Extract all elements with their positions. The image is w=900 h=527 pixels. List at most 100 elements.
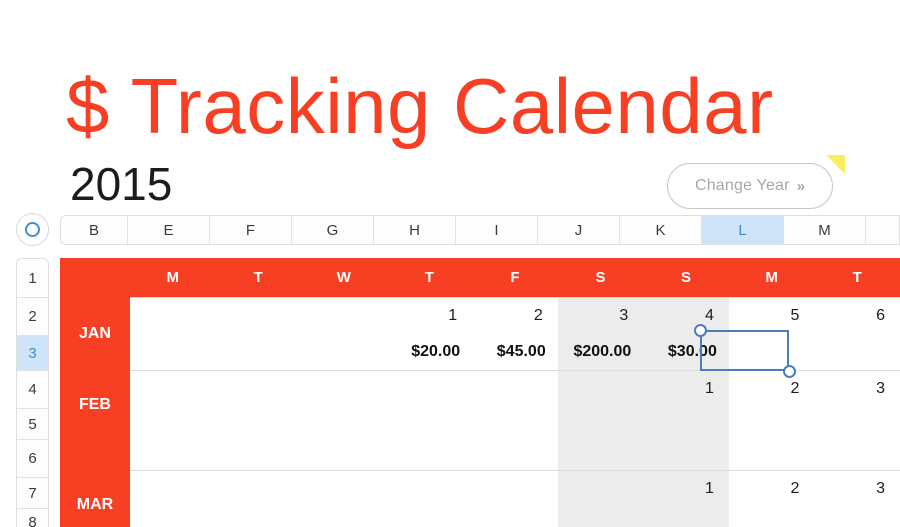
month-label-feb: FEB: [60, 370, 130, 439]
amount-cell-feb-4[interactable]: [472, 408, 558, 439]
select-all-circle-icon: [25, 222, 40, 237]
amount-cell-mar-7[interactable]: [729, 508, 815, 527]
day-cell-jan-1[interactable]: [215, 296, 302, 335]
amount-cell-mar-4[interactable]: [472, 508, 558, 527]
row-header-strip[interactable]: 12345678: [16, 258, 49, 527]
day-cell-mar-3[interactable]: [386, 469, 473, 508]
row-header-3[interactable]: 3: [17, 336, 48, 371]
amount-cell-jan-3[interactable]: $20.00: [387, 335, 473, 370]
change-year-button[interactable]: Change Year »: [667, 163, 833, 209]
filler-cell-feb-3[interactable]: [387, 439, 473, 470]
filler-cell-feb-5[interactable]: [557, 439, 644, 470]
filler-cell-feb-0[interactable]: [130, 439, 216, 470]
month-row-mar[interactable]: MAR 1 2 3: [60, 469, 900, 527]
amount-cell-jan-6[interactable]: $30.00: [643, 335, 729, 370]
amount-cell-mar-2[interactable]: [301, 508, 387, 527]
change-year-label: Change Year: [694, 177, 790, 194]
column-header-b[interactable]: B: [61, 216, 128, 244]
day-cell-mar-2[interactable]: [301, 469, 387, 508]
select-all-button[interactable]: [16, 213, 49, 246]
day-cell-mar-4[interactable]: [472, 469, 558, 508]
day-cell-mar-0[interactable]: [129, 469, 216, 508]
day-header-2: W: [301, 258, 387, 297]
column-header-j[interactable]: J: [538, 216, 620, 244]
column-header-k[interactable]: K: [620, 216, 702, 244]
day-cell-feb-8[interactable]: 3: [814, 369, 900, 408]
filler-cell-feb-1[interactable]: [215, 439, 301, 470]
column-header-i[interactable]: I: [456, 216, 538, 244]
day-cell-feb-0[interactable]: [129, 369, 216, 408]
day-cell-jan-7[interactable]: 5: [728, 296, 815, 335]
amount-cell-jan-4[interactable]: $45.00: [472, 335, 558, 370]
amount-cell-feb-0[interactable]: [130, 408, 216, 439]
amount-cell-feb-5[interactable]: [557, 408, 644, 439]
column-header-f[interactable]: F: [210, 216, 292, 244]
filler-cell-feb-2[interactable]: [301, 439, 387, 470]
day-cell-feb-3[interactable]: [386, 369, 473, 408]
row-header-7[interactable]: 7: [17, 478, 48, 509]
day-cell-jan-8[interactable]: 6: [814, 296, 900, 335]
amount-cell-feb-2[interactable]: [301, 408, 387, 439]
day-cell-feb-1[interactable]: [215, 369, 302, 408]
day-cell-feb-6[interactable]: 1: [643, 369, 729, 408]
row-header-6[interactable]: 6: [17, 440, 48, 478]
amount-row-mar[interactable]: [60, 508, 900, 527]
selection-handle-top-left[interactable]: [694, 324, 707, 337]
amount-cell-jan-2[interactable]: [301, 335, 387, 370]
row-header-1[interactable]: 1: [17, 259, 48, 298]
amount-cell-mar-5[interactable]: [557, 508, 644, 527]
amount-cell-jan-7[interactable]: [729, 335, 815, 370]
day-cell-jan-6[interactable]: 4: [643, 296, 729, 335]
column-header-m[interactable]: M: [784, 216, 866, 244]
column-header-bar[interactable]: BEFGHIJKLM: [60, 215, 900, 245]
column-header-h[interactable]: H: [374, 216, 456, 244]
column-header-l[interactable]: L: [702, 216, 784, 244]
row-header-5[interactable]: 5: [17, 409, 48, 440]
amount-cell-feb-3[interactable]: [387, 408, 473, 439]
filler-cell-feb-6[interactable]: [643, 439, 729, 470]
amount-cell-feb-6[interactable]: [643, 408, 729, 439]
day-cell-mar-5[interactable]: [557, 469, 644, 508]
amount-cell-feb-8[interactable]: [814, 408, 900, 439]
day-cell-mar-8[interactable]: 3: [814, 469, 900, 508]
amount-cell-mar-1[interactable]: [215, 508, 301, 527]
amount-cell-jan-0[interactable]: [130, 335, 216, 370]
month-row-jan[interactable]: JAN 1 2 3 4 5 6: [60, 296, 900, 370]
row-header-8[interactable]: 8: [17, 509, 48, 527]
day-cell-jan-5[interactable]: 3: [557, 296, 644, 335]
amount-cell-mar-3[interactable]: [387, 508, 473, 527]
month-label-mar: MAR: [60, 470, 130, 527]
amount-cell-jan-8[interactable]: [814, 335, 900, 370]
amount-cell-mar-6[interactable]: [643, 508, 729, 527]
amount-row-feb[interactable]: [60, 408, 900, 439]
day-cell-jan-3[interactable]: 1: [386, 296, 473, 335]
amount-cell-feb-7[interactable]: [729, 408, 815, 439]
calendar-grid[interactable]: M T W T F S S M T JAN 1 2 3 4 5 6 $20.00 $45.00 $200.00 $30…: [60, 258, 900, 527]
row-header-2[interactable]: 2: [17, 298, 48, 336]
filler-cell-feb-4[interactable]: [472, 439, 558, 470]
column-header-g[interactable]: G: [292, 216, 374, 244]
amount-row-jan[interactable]: $20.00 $45.00 $200.00 $30.00: [60, 335, 900, 370]
filler-cell-feb-7[interactable]: [729, 439, 815, 470]
day-cell-jan-4[interactable]: 2: [472, 296, 558, 335]
day-header-6: S: [643, 258, 729, 297]
filler-cell-feb-8[interactable]: [814, 439, 900, 470]
day-cell-jan-0[interactable]: [129, 296, 216, 335]
day-cell-mar-1[interactable]: [215, 469, 302, 508]
amount-cell-feb-1[interactable]: [215, 408, 301, 439]
day-cell-mar-6[interactable]: 1: [643, 469, 729, 508]
month-row-feb[interactable]: FEB 1 2 3: [60, 369, 900, 439]
amount-cell-jan-5[interactable]: $200.00: [557, 335, 644, 370]
day-cell-mar-7[interactable]: 2: [728, 469, 815, 508]
day-cell-jan-2[interactable]: [301, 296, 387, 335]
amount-cell-mar-0[interactable]: [130, 508, 216, 527]
day-cell-feb-2[interactable]: [301, 369, 387, 408]
amount-cell-jan-1[interactable]: [215, 335, 301, 370]
day-cell-feb-5[interactable]: [557, 369, 644, 408]
day-cell-feb-4[interactable]: [472, 369, 558, 408]
column-header-e[interactable]: E: [128, 216, 210, 244]
selection-handle-bottom-right[interactable]: [783, 365, 796, 378]
row-header-4[interactable]: 4: [17, 371, 48, 409]
amount-cell-mar-8[interactable]: [814, 508, 900, 527]
day-cell-feb-7[interactable]: 2: [728, 369, 815, 408]
